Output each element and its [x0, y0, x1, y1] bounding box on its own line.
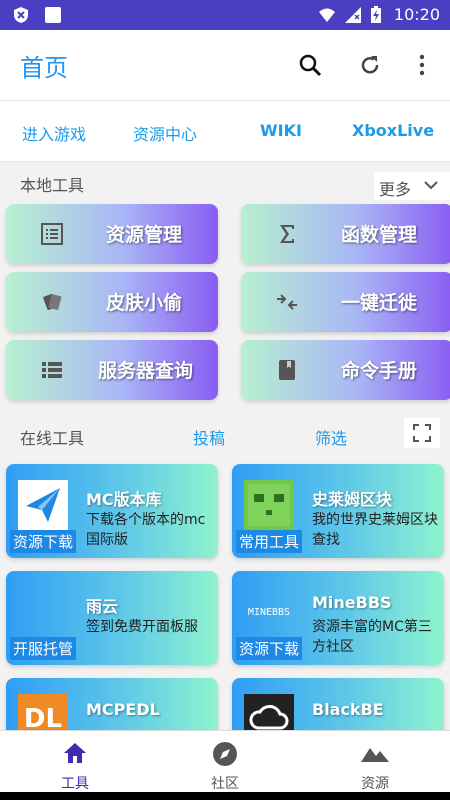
card-title: MCPEDL	[86, 700, 160, 719]
card-title: MineBBS	[312, 593, 392, 612]
fullscreen-icon	[413, 424, 431, 442]
online-card-rainyun[interactable]: 开服托管 雨云 签到免费开面板服	[6, 571, 218, 665]
tool-label: 函数管理	[341, 224, 418, 246]
thumbnail	[18, 480, 68, 530]
app-bar: 首页	[0, 30, 450, 100]
tab-wiki[interactable]: WIKI	[260, 121, 302, 140]
search-icon	[299, 54, 322, 77]
local-tools-heading: 本地工具	[20, 176, 85, 195]
shield-x-icon	[14, 7, 28, 23]
tab-xboxlive[interactable]: XboxLive	[352, 121, 434, 140]
card-description: 下载各个版本的mc国际版	[86, 512, 206, 548]
card-title: 雨云	[86, 597, 119, 616]
fullscreen-button[interactable]	[404, 418, 440, 448]
tool-resource-manage[interactable]: 资源管理	[6, 204, 218, 264]
server-list-icon	[42, 362, 62, 378]
refresh-icon	[361, 56, 379, 74]
card-tag: 常用工具	[236, 530, 303, 553]
minebbs-logo: MINEBBS	[247, 606, 291, 618]
submit-link[interactable]: 投稿	[193, 425, 225, 449]
bottom-navigation: 工具 社区 资源	[0, 730, 450, 792]
online-card-mc-versions[interactable]: 资源下载 MC版本库 下载各个版本的mc国际版	[6, 464, 218, 558]
more-options-button[interactable]	[407, 50, 437, 80]
nav-community[interactable]: 社区	[150, 731, 300, 793]
card-description: 资源丰富的MC第三方社区	[312, 619, 432, 655]
card-tag: 开服托管	[10, 637, 77, 660]
card-tag: 资源下载	[236, 637, 303, 660]
slime-icon	[248, 484, 290, 526]
tool-skin-stealer[interactable]: 皮肤小偷	[6, 272, 218, 332]
status-bar: 10:20	[0, 0, 450, 30]
tool-server-query[interactable]: 服务器查询	[6, 340, 218, 400]
card-title: MC版本库	[86, 490, 162, 509]
tool-label: 命令手册	[341, 360, 418, 382]
tab-resource-center[interactable]: 资源中心	[133, 121, 197, 145]
signal-icon	[345, 7, 361, 23]
system-nav-bar	[0, 792, 450, 800]
chevron-down-icon	[424, 181, 438, 190]
clock: 10:20	[393, 5, 440, 24]
sigma-icon	[280, 225, 294, 243]
card-description: 我的世界史莱姆区块查找	[312, 512, 438, 548]
tab-enter-game[interactable]: 进入游戏	[22, 121, 86, 145]
mountain-icon	[361, 748, 389, 762]
thumbnail	[244, 480, 294, 530]
tool-one-click-migrate[interactable]: 一键迁徙	[241, 272, 450, 332]
square-icon	[45, 7, 61, 23]
nav-label: 资源	[361, 776, 389, 792]
card-title: BlackBE	[312, 700, 384, 719]
card-description: 签到免费开面板服	[86, 619, 198, 635]
wifi-icon	[319, 8, 335, 22]
nav-label: 社区	[211, 776, 239, 792]
page-title: 首页	[20, 54, 68, 82]
merge-arrows-icon	[277, 294, 297, 310]
more-button[interactable]: 更多	[374, 172, 450, 200]
nav-label: 工具	[61, 776, 89, 792]
top-tabs: 进入游戏 资源中心 WIKI XboxLive	[0, 100, 450, 162]
tool-label: 一键迁徙	[341, 292, 418, 314]
battery-icon	[371, 6, 381, 23]
card-title: 史莱姆区块	[312, 490, 393, 509]
tool-label: 服务器查询	[98, 360, 194, 382]
online-card-slime-chunk[interactable]: 常用工具 史莱姆区块 我的世界史莱姆区块查找	[232, 464, 444, 558]
tool-label: 资源管理	[106, 224, 183, 246]
filter-link[interactable]: 筛选	[315, 425, 347, 449]
more-vert-icon	[419, 54, 425, 76]
nav-resources[interactable]: 资源	[300, 731, 450, 793]
online-card-minebbs[interactable]: MINEBBS 资源下载 MineBBS 资源丰富的MC第三方社区	[232, 571, 444, 665]
cards-icon	[43, 293, 62, 311]
search-button[interactable]	[295, 50, 325, 80]
list-icon	[41, 223, 63, 245]
book-icon	[279, 360, 295, 380]
paper-plane-icon	[26, 488, 60, 522]
online-tools-heading: 在线工具	[20, 429, 85, 448]
tool-function-manage[interactable]: 函数管理	[241, 204, 450, 264]
more-label: 更多	[379, 180, 412, 199]
nav-tools[interactable]: 工具	[0, 731, 150, 793]
card-tag: 资源下载	[10, 530, 77, 553]
tool-label: 皮肤小偷	[106, 292, 183, 314]
home-icon	[64, 743, 86, 763]
compass-icon	[213, 742, 237, 766]
tool-command-manual[interactable]: 命令手册	[241, 340, 450, 400]
refresh-button[interactable]	[355, 50, 385, 80]
